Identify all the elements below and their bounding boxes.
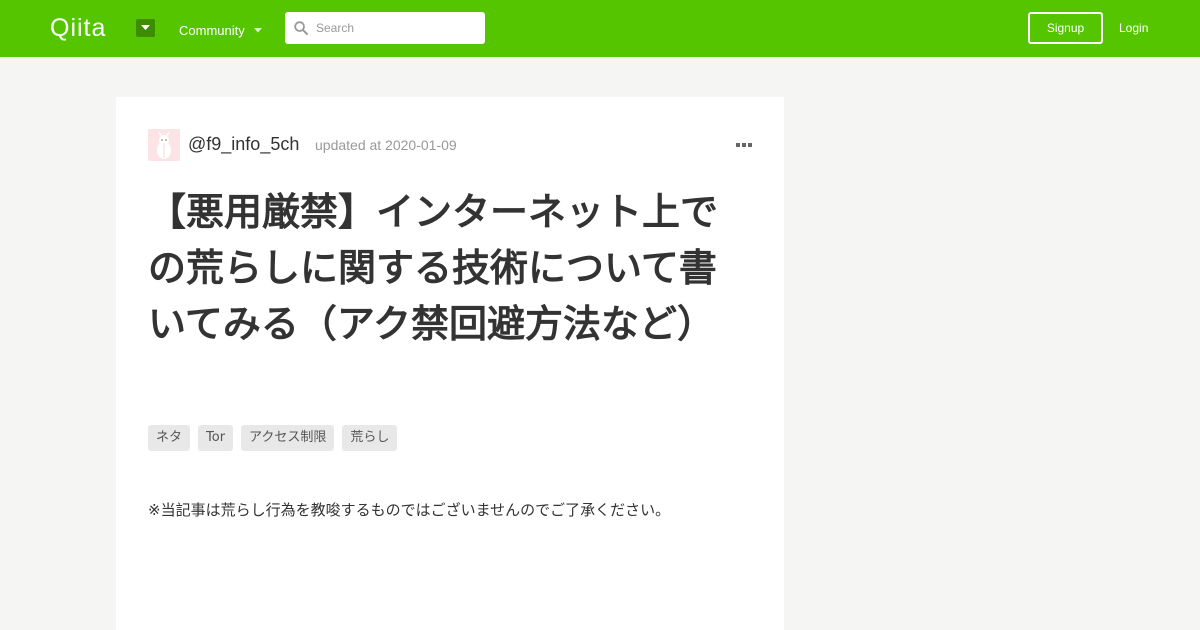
login-link[interactable]: Login xyxy=(1119,18,1148,38)
community-menu[interactable]: Community xyxy=(179,20,262,40)
caret-down-icon xyxy=(141,25,150,30)
tag-item[interactable]: 荒らし xyxy=(342,425,398,451)
signup-button[interactable]: Signup xyxy=(1028,12,1103,44)
top-nav-bar: Qiita Community Signup Login xyxy=(0,0,1200,57)
avatar[interactable] xyxy=(148,129,180,161)
community-label: Community xyxy=(179,22,245,38)
updated-date: updated at 2020-01-09 xyxy=(315,137,457,153)
author-name[interactable]: @f9_info_5ch xyxy=(188,133,299,155)
search-input[interactable] xyxy=(316,12,476,44)
ellipsis-icon xyxy=(736,143,752,147)
article-body-text: ※当記事は荒らし行為を教唆するものではございませんのでご了承ください。 xyxy=(148,501,671,519)
caret-down-icon xyxy=(253,27,262,33)
qiita-logo[interactable]: Qiita xyxy=(50,14,106,42)
tag-item[interactable]: アクセス制限 xyxy=(241,425,335,451)
search-box xyxy=(285,12,485,44)
logo-menu-button[interactable] xyxy=(136,19,155,37)
tag-list: ネタ Tor アクセス制限 荒らし xyxy=(148,425,398,451)
user-avatar-image xyxy=(148,129,180,161)
article-card: @f9_info_5ch updated at 2020-01-09 【悪用厳禁… xyxy=(116,97,784,630)
tag-item[interactable]: ネタ xyxy=(148,425,191,451)
article-title: 【悪用厳禁】インターネット上での荒らしに関する技術について書いてみる（アク禁回避… xyxy=(148,190,719,346)
more-options-button[interactable] xyxy=(733,139,755,151)
search-icon xyxy=(294,21,308,35)
tag-item[interactable]: Tor xyxy=(198,425,234,451)
